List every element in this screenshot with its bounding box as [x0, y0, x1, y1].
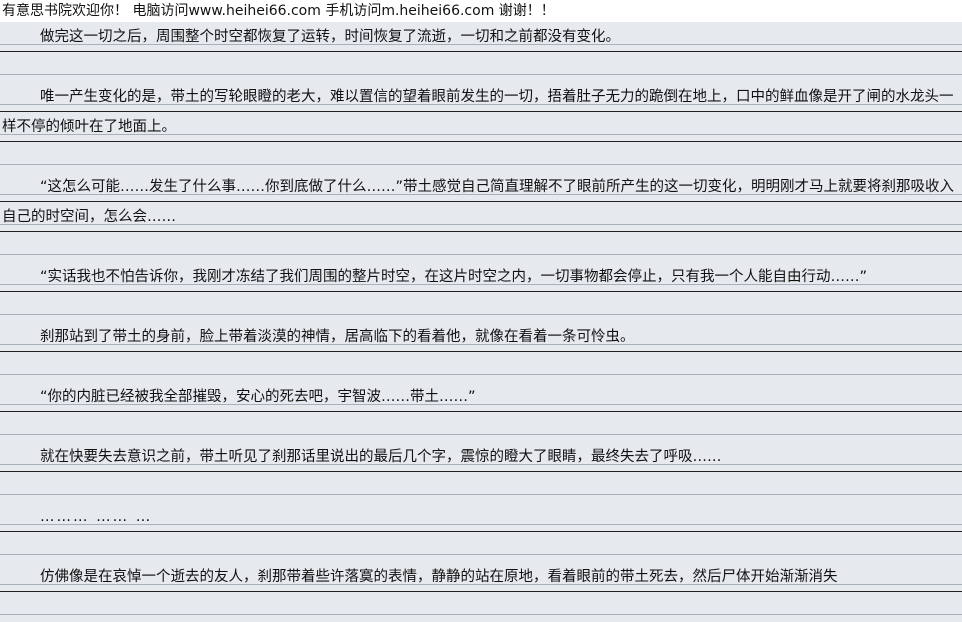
paragraph-ellipsis: ……… …… …	[0, 502, 962, 532]
reading-page: 做完这一切之后，周围整个时空都恢复了运转，时间恢复了流逝，一切和之前都没有变化。…	[0, 22, 962, 617]
site-banner: 有意思书院欢迎你！ 电脑访问www.heihei66.com 手机访问m.hei…	[0, 0, 962, 22]
paragraph: 仿佛像是在哀悼一个逝去的友人，刹那带着些许落寞的表情，静静的站在原地，看着眼前的…	[0, 562, 962, 592]
paragraph: 就在快要失去意识之前，带土听见了刹那话里说出的最后几个字，震惊的瞪大了眼睛，最终…	[0, 442, 962, 472]
paragraph: “这怎么可能……发生了什么事……你到底做了什么……”带土感觉自己简直理解不了眼前…	[0, 172, 962, 232]
paragraph: “实话我也不怕告诉你，我刚才冻结了我们周围的整片时空，在这片时空之内，一切事物都…	[0, 262, 962, 292]
paragraph: 做完这一切之后，周围整个时空都恢复了运转，时间恢复了流逝，一切和之前都没有变化。	[0, 22, 962, 52]
paragraph: “你的内脏已经被我全部摧毁，安心的死去吧，宇智波……带土……”	[0, 382, 962, 412]
paragraph: 刹那站到了带土的身前，脸上带着淡漠的神情，居高临下的看着他，就像在看着一条可怜虫…	[0, 322, 962, 352]
paragraph: 唯一产生变化的是，带土的写轮眼瞪的老大，难以置信的望着眼前发生的一切，捂着肚子无…	[0, 82, 962, 142]
chapter-content: 做完这一切之后，周围整个时空都恢复了运转，时间恢复了流逝，一切和之前都没有变化。…	[0, 22, 962, 622]
